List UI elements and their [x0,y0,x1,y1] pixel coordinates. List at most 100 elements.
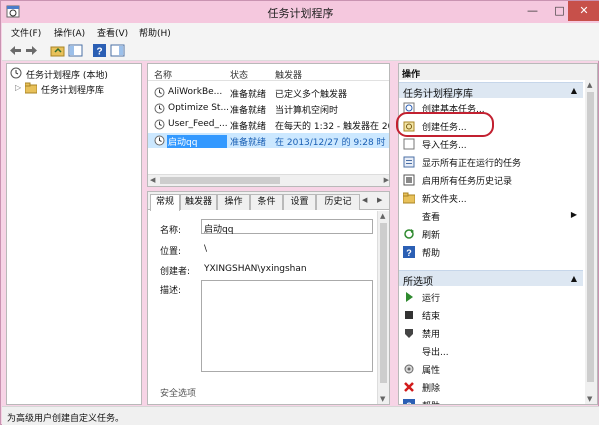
action-properties[interactable]: 属性 [401,361,583,378]
refresh-icon [404,229,414,239]
running-tasks-icon [403,156,415,168]
library-section-header[interactable]: 任务计划程序库 ▲ [399,82,583,100]
status-bar: 为高级用户创建自定义任务。 [2,406,599,425]
task-row[interactable]: AliWorkBe... 准备就绪 已定义多个触发器 [148,85,389,100]
scroll-down-icon[interactable]: ▼ [380,395,385,403]
task-name: Optimize St... [168,103,228,113]
column-header-trigger[interactable]: 触发器 [275,68,302,81]
selected-section-title: 所选项 [403,277,433,288]
description-label: 描述: [160,286,182,296]
import-icon [403,138,415,150]
action-label: 属性 [422,366,441,376]
task-trigger: 当计算机空闲时 [275,106,339,116]
selected-section-header[interactable]: 所选项 ▲ [399,270,583,288]
action-enable-history[interactable]: 启用所有任务历史记录 [401,172,583,189]
window-title: 任务计划程序 [267,7,334,20]
task-list-header: 名称 状态 触发器 [148,64,389,81]
collapse-caret-icon[interactable]: ▲ [571,274,577,283]
tab-settings[interactable]: 设置 [283,194,316,210]
tab-scroll-right-icon[interactable]: ▶ [377,196,382,204]
action-show-running-tasks[interactable]: 显示所有正在运行的任务 [401,154,583,171]
column-header-status[interactable]: 状态 [230,68,248,81]
scroll-thumb[interactable] [380,223,387,383]
history-icon [403,174,415,186]
task-list-horizontal-scrollbar[interactable]: ◀ ▶ [148,174,389,186]
annotation-highlight [396,112,494,137]
task-name: 启动qq [167,135,227,148]
task-detail-panel: 常规 触发器 操作 条件 设置 历史记 ◀ ▶ 名称: 启动qq 位置: \ 创… [147,191,390,405]
tab-actions[interactable]: 操作 [217,194,250,210]
action-label: 导入任务... [422,141,467,151]
action-label: 运行 [422,294,441,304]
action-label: 刷新 [422,231,441,241]
show-hide-pane-icon[interactable] [68,43,83,58]
description-field[interactable] [201,280,373,372]
back-arrow-icon[interactable] [8,43,23,58]
actions-vertical-scrollbar[interactable]: ▲ ▼ [585,80,597,404]
task-row[interactable]: User_Feed_... 准备就绪 在每天的 1:32 - 触发器在 20 [148,117,389,132]
action-label: 显示所有正在运行的任务 [422,159,522,169]
expand-arrow-icon[interactable]: ▷ [15,83,21,92]
library-section-title: 任务计划程序库 [403,89,473,100]
menu-view[interactable]: 查看(V) [97,26,128,39]
task-row[interactable]: Optimize St... 准备就绪 当计算机空闲时 [148,101,389,116]
column-header-name[interactable]: 名称 [154,68,172,81]
properties-pane-icon[interactable] [110,43,125,58]
action-label: 禁用 [422,330,441,340]
action-export[interactable]: 导出... [401,343,583,360]
scroll-thumb[interactable] [160,177,280,184]
action-refresh[interactable]: 刷新 [401,226,583,243]
properties-icon [404,364,414,374]
action-run[interactable]: 运行 [401,289,583,306]
tab-scroll-left-icon[interactable]: ◀ [362,196,367,204]
scroll-thumb[interactable] [587,92,594,382]
disable-icon [405,329,413,338]
action-help-selected[interactable]: ? 帮助 [401,397,583,405]
action-disable[interactable]: 禁用 [401,325,583,342]
close-button[interactable]: ✕ [568,1,599,21]
collapse-caret-icon[interactable]: ▲ [571,86,577,95]
status-text: 为高级用户创建自定义任务。 [7,414,125,424]
action-label: 帮助 [422,249,441,259]
tree-root-label: 任务计划程序 (本地) [26,71,108,81]
scroll-right-icon[interactable]: ▶ [384,176,389,184]
action-import-task[interactable]: 导入任务... [401,136,583,153]
action-label: 帮助 [422,399,440,404]
scroll-up-icon[interactable]: ▲ [380,212,385,220]
author-value: YXINGSHAN\yxingshan [204,264,307,274]
help-icon[interactable]: ? [92,43,107,58]
scroll-up-icon[interactable]: ▲ [587,81,592,89]
forward-arrow-icon[interactable] [24,43,39,58]
tab-general[interactable]: 常规 [150,194,180,211]
action-new-folder[interactable]: 新文件夹... [401,190,583,207]
tab-conditions[interactable]: 条件 [250,194,283,210]
minimize-button[interactable]: — [519,1,546,21]
center-pane: 名称 状态 触发器 AliWorkBe... 准备就绪 已定义多个触发器 Opt… [147,63,393,405]
tab-history[interactable]: 历史记 [316,194,360,210]
folder-up-icon[interactable] [50,43,65,58]
svg-text:?: ? [406,401,412,405]
tab-triggers[interactable]: 触发器 [180,194,217,210]
menu-action[interactable]: 操作(A) [54,26,85,39]
folder-icon [403,192,415,204]
task-row-selected[interactable]: 启动qq 准备就绪 在 2013/12/27 的 9:28 时 [148,133,389,148]
task-name: AliWorkBe... [168,87,223,97]
action-label: 启用所有任务历史记录 [422,177,513,187]
action-label: 删除 [422,384,441,394]
task-status: 准备就绪 [230,90,267,100]
action-view[interactable]: 查看 ▶ [401,208,583,225]
task-status: 准备就绪 [230,138,267,148]
name-field[interactable]: 启动qq [201,219,373,235]
task-clock-icon [154,87,165,98]
task-trigger: 在 2013/12/27 的 9:28 时 [275,138,386,148]
action-end[interactable]: 结束 [401,307,583,324]
scroll-down-icon[interactable]: ▼ [587,395,592,403]
menu-help[interactable]: 帮助(H) [139,26,171,39]
action-label: 新文件夹... [422,195,467,205]
menu-file[interactable]: 文件(F) [11,26,41,39]
action-delete[interactable]: 删除 [401,379,583,396]
action-help[interactable]: ? 帮助 [401,244,583,261]
scroll-left-icon[interactable]: ◀ [150,176,155,184]
delete-icon [404,382,414,392]
detail-vertical-scrollbar[interactable]: ▲ ▼ [377,211,389,404]
